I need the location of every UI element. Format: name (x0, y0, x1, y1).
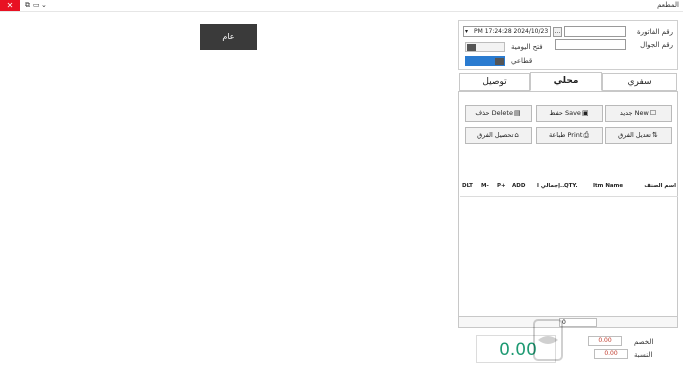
print-button-label: طباعة Print (548, 131, 583, 139)
collect-difference-label: تحصيل الفرق (477, 131, 514, 139)
invoice-header: ▾ PM 17:24:28 2024/10/23 ... رقم الفاتور… (458, 20, 678, 70)
save-icon: ▣ (581, 109, 589, 117)
chevron-down-icon: ▾ (465, 28, 469, 35)
save-button-label: حفظ Save (549, 109, 581, 117)
col-item-name: Itm Name (593, 183, 624, 189)
collect-difference-button[interactable]: تحصيل الفرق⌂ (465, 127, 532, 144)
save-button[interactable]: حفظ Save▣ (536, 105, 603, 122)
grid-footer: 0 (458, 316, 678, 328)
invoice-lookup-button[interactable]: ... (553, 27, 562, 37)
delete-icon: ▤ (513, 109, 521, 117)
col-minus: M- (481, 183, 489, 189)
new-doc-icon: ☐ (649, 109, 657, 117)
sector-label: قطاعي (511, 57, 533, 65)
sort-icon: ⇅ (651, 131, 658, 139)
datetime-picker[interactable]: ▾ PM 17:24:28 2024/10/23 (463, 26, 551, 37)
discount-label: الخصم (634, 338, 654, 346)
category-button-general[interactable]: عام (200, 24, 257, 50)
order-type-tabs: سفري محلي توصيل (458, 72, 678, 91)
print-button[interactable]: طباعة Print⎙ (536, 127, 603, 144)
datetime-value: PM 17:24:28 2024/10/23 (474, 28, 549, 35)
col-total: إجمالي ا... (537, 183, 567, 189)
menu-chevron-icon[interactable]: ⌄ (41, 1, 47, 9)
home-icon: ⌂ (514, 131, 519, 139)
adjust-difference-label: تعديل الفرق (618, 131, 651, 139)
delete-button-label: حذف Delete (475, 109, 513, 117)
daily-open-label: فتح اليومية (511, 43, 543, 51)
invoice-number-label: رقم الفاتورة (637, 28, 673, 36)
tab-delivery[interactable]: توصيل (459, 73, 530, 91)
watermark-logo (533, 319, 563, 361)
order-panel: ▾ PM 17:24:28 2024/10/23 ... رقم الفاتور… (458, 20, 678, 366)
percent-label: النسبة (634, 351, 653, 359)
phone-label: رقم الجوال (640, 41, 673, 49)
restore-icon[interactable]: ⧉ (25, 1, 30, 10)
tab-takeaway[interactable]: سفري (602, 73, 677, 91)
delete-button[interactable]: حذف Delete▤ (465, 105, 532, 122)
close-button[interactable]: ✕ (0, 0, 20, 11)
toggle-knob (467, 44, 476, 51)
discount-field[interactable]: 0.00 (588, 336, 622, 346)
col-plus: P+ (497, 183, 506, 189)
col-add: ADD (512, 183, 526, 189)
minimize-icon[interactable]: ▭ (33, 1, 40, 9)
invoice-number-field[interactable] (564, 26, 626, 37)
col-delete: DLT (462, 183, 473, 189)
toggle-knob (495, 58, 504, 65)
phone-field[interactable] (555, 39, 626, 50)
title-bar: ✕ ⧉ ▭ ⌄ المطعم (0, 0, 683, 12)
order-grid-header: اسم الصنف Itm Name QTY. إجمالي ا... ADD … (460, 177, 678, 197)
tab-dine-in[interactable]: محلي (530, 72, 602, 91)
print-icon: ⎙ (583, 131, 590, 139)
new-button-label: جديد New (619, 109, 649, 117)
new-button[interactable]: جديد New☐ (605, 105, 672, 122)
col-item-name-ar: اسم الصنف (644, 183, 676, 189)
adjust-difference-button[interactable]: تعديل الفرق⇅ (605, 127, 672, 144)
window-title: المطعم (657, 1, 679, 9)
tab-content: جديد New☐ حفظ Save▣ حذف Delete▤ تعديل ال… (458, 91, 678, 321)
percent-field[interactable]: 0.00 (594, 349, 628, 359)
sector-toggle[interactable] (465, 56, 505, 66)
daily-open-toggle[interactable] (465, 42, 505, 52)
